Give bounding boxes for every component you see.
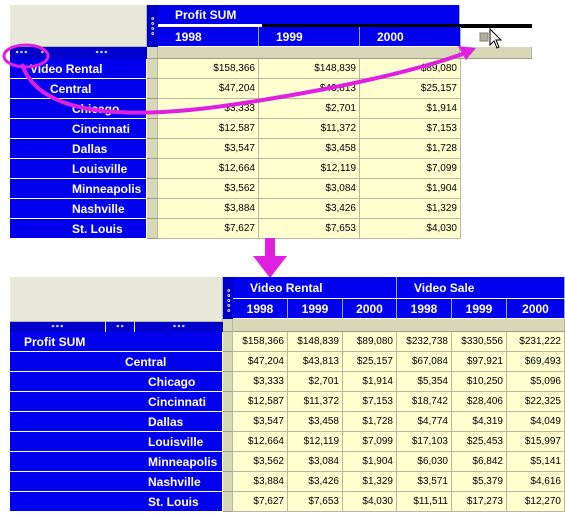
data-cell: $3,426 (288, 472, 343, 492)
data-cell: $7,153 (343, 392, 397, 412)
grip-dots-icon[interactable]: ∘∘ (106, 322, 134, 332)
data-cell: $10,250 (452, 372, 507, 392)
data-cell: $2,701 (288, 372, 343, 392)
row-spacer (223, 412, 233, 432)
data-cell: $15,997 (507, 432, 565, 452)
data-cell: $1,728 (343, 412, 397, 432)
data-cell: $6,030 (397, 452, 452, 472)
data-cell: $12,119 (288, 432, 343, 452)
row-spacer (223, 472, 233, 492)
row-spacer (223, 432, 233, 452)
data-cell: $1,329 (343, 472, 397, 492)
data-cell: $25,453 (452, 432, 507, 452)
row-header[interactable]: Profit SUM (10, 332, 223, 352)
data-cell: $4,030 (343, 492, 397, 512)
data-cell: $11,511 (397, 492, 452, 512)
pivot-corner (10, 277, 223, 325)
row-header[interactable]: Louisville (10, 432, 223, 452)
row-spacer (223, 392, 233, 412)
row-spacer (223, 452, 233, 472)
data-cell: $28,406 (452, 392, 507, 412)
column-header-year[interactable]: 1998 (233, 299, 288, 319)
grip-dots-icon[interactable]: ∘∘∘∘∘ (223, 277, 233, 325)
data-cell: $3,884 (233, 472, 288, 492)
data-cell: $22,325 (507, 392, 565, 412)
column-header-year[interactable]: 2000 (343, 299, 397, 319)
data-cell: $4,319 (452, 412, 507, 432)
row-spacer (223, 492, 233, 512)
data-cell: $5,354 (397, 372, 452, 392)
data-cell: $67,084 (397, 352, 452, 372)
data-cell: $7,653 (288, 492, 343, 512)
data-cell: $69,493 (507, 352, 565, 372)
row-header[interactable]: Nashville (10, 472, 223, 492)
data-cell: $3,333 (233, 372, 288, 392)
column-header-year[interactable]: 1999 (288, 299, 343, 319)
column-header-year[interactable]: 1998 (397, 299, 452, 319)
data-cell: $330,556 (452, 332, 507, 352)
data-cell: $17,103 (397, 432, 452, 452)
data-cell: $7,099 (343, 432, 397, 452)
data-cell: $89,080 (343, 332, 397, 352)
row-header[interactable]: Chicago (10, 372, 223, 392)
row-spacer (223, 372, 233, 392)
data-cell: $25,157 (343, 352, 397, 372)
data-cell: $3,562 (233, 452, 288, 472)
data-cell: $4,774 (397, 412, 452, 432)
data-cell: $3,547 (233, 412, 288, 432)
row-header[interactable]: Central (10, 352, 223, 372)
data-cell: $231,222 (507, 332, 565, 352)
row-header[interactable]: Dallas (10, 412, 223, 432)
data-cell: $18,742 (397, 392, 452, 412)
row-header[interactable]: Cincinnati (10, 392, 223, 412)
data-cell: $1,904 (343, 452, 397, 472)
data-cell: $158,366 (233, 332, 288, 352)
data-cell: $5,379 (452, 472, 507, 492)
data-cell: $3,084 (288, 452, 343, 472)
data-cell: $12,270 (507, 492, 565, 512)
data-cell: $1,914 (343, 372, 397, 392)
data-cell: $12,664 (233, 432, 288, 452)
data-cell: $148,839 (288, 332, 343, 352)
column-header-year[interactable]: 2000 (507, 299, 565, 319)
dots-row-background (10, 319, 223, 322)
column-header-year[interactable]: 1999 (452, 299, 507, 319)
data-cell: $4,049 (507, 412, 565, 432)
data-cell: $12,587 (233, 392, 288, 412)
data-cell: $7,627 (233, 492, 288, 512)
pivot-table-after: ∘∘∘∘∘ Video Rental Video Sale 1998 1999 2000 1… (0, 0, 565, 516)
data-cell: $4,616 (507, 472, 565, 492)
column-group-header[interactable]: Video Sale (397, 277, 565, 299)
row-header[interactable]: St. Louis (10, 492, 223, 512)
data-cell: $43,813 (288, 352, 343, 372)
row-grip-spacer (223, 319, 233, 332)
grip-dots-icon[interactable]: ∘∘∘ (10, 322, 105, 332)
data-cell: $97,921 (452, 352, 507, 372)
data-cell: $11,372 (288, 392, 343, 412)
data-cell: $3,458 (288, 412, 343, 432)
grip-dots-icon[interactable]: ∘∘∘ (135, 322, 223, 332)
row-header[interactable]: Minneapolis (10, 452, 223, 472)
data-cell: $17,273 (452, 492, 507, 512)
data-cell: $6,842 (452, 452, 507, 472)
data-cell: $47,204 (233, 352, 288, 372)
column-group-header[interactable]: Video Rental (233, 277, 397, 299)
data-cell: $3,571 (397, 472, 452, 492)
data-cell: $5,096 (507, 372, 565, 392)
row-spacer (223, 352, 233, 372)
data-cell: $232,738 (397, 332, 452, 352)
data-cell: $5,141 (507, 452, 565, 472)
row-spacer (223, 332, 233, 352)
header-filler (233, 319, 565, 332)
